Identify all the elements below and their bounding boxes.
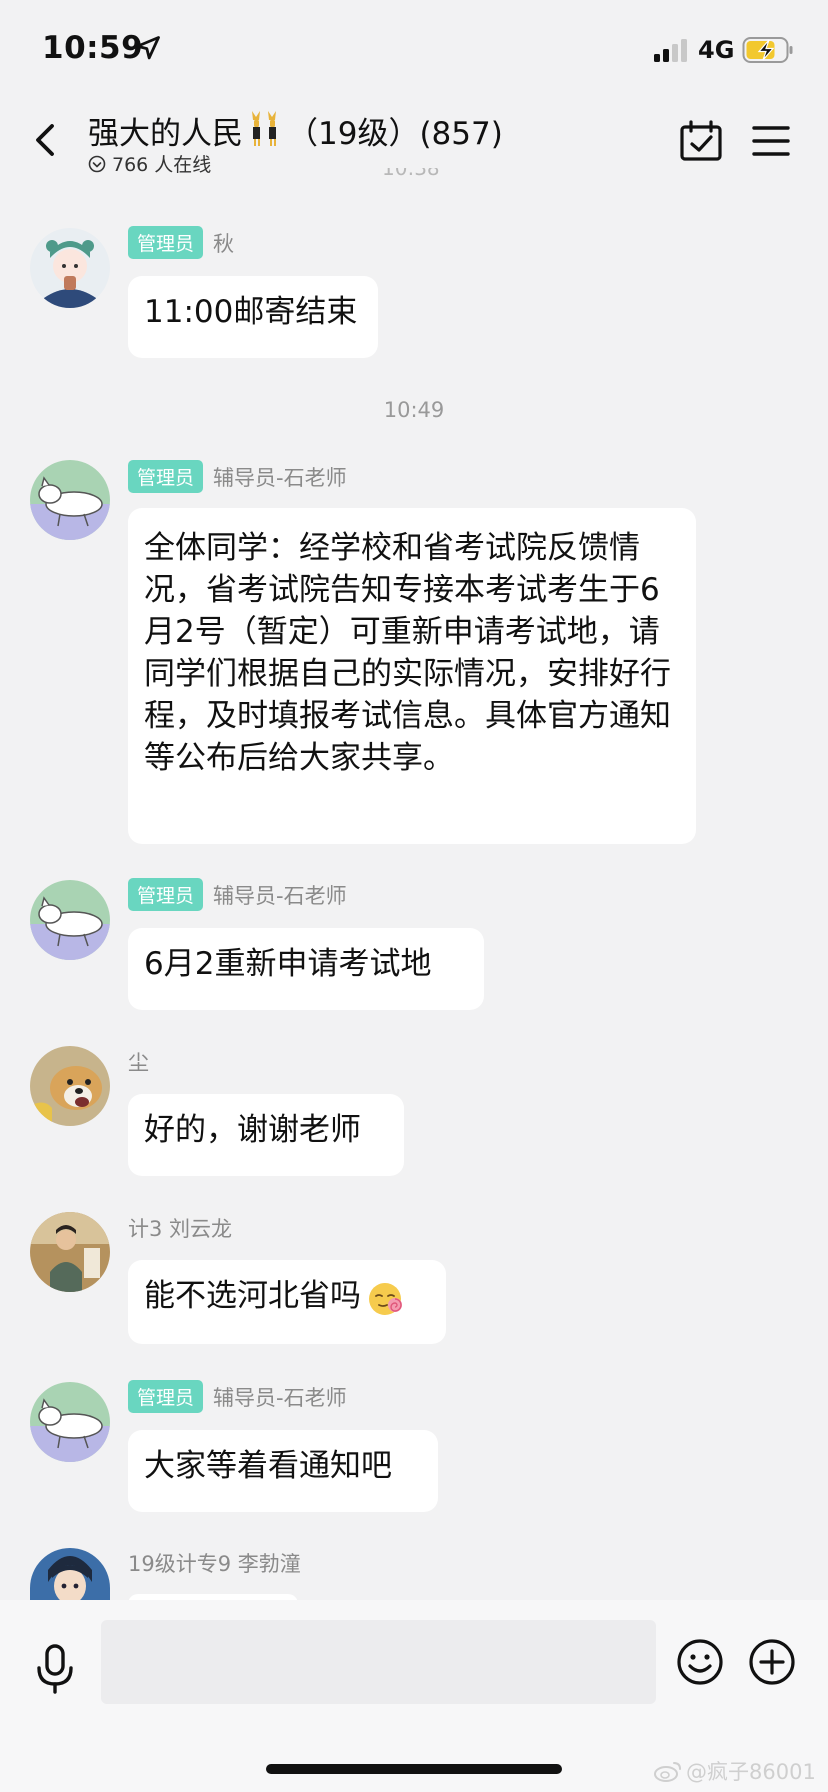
message-bubble[interactable]: 大家等着看通知吧 xyxy=(128,1430,438,1512)
sender-name: 秋 xyxy=(213,231,235,256)
avatar[interactable] xyxy=(30,460,110,540)
message-bubble[interactable]: 11:00邮寄结束 xyxy=(128,276,378,358)
watermark-text: @疯子86001 xyxy=(686,1760,816,1784)
sender-name: 辅导员-石老师 xyxy=(213,465,347,490)
home-indicator[interactable] xyxy=(266,1764,562,1774)
message-bubble[interactable]: 好的，谢谢老师 xyxy=(128,1094,404,1176)
admin-badge: 管理员 xyxy=(128,226,204,259)
message-bubble[interactable]: 全体同学：经学校和省考试院反馈情况，省考试院告知专接本考试考生于6月2号（暂定）… xyxy=(128,508,696,844)
time-separator: 10:49 xyxy=(383,398,445,422)
dancers-emoji-icon xyxy=(252,111,276,146)
chat-title-suffix: （19级）(857) xyxy=(287,116,503,152)
partial-timestamp: 10:38 xyxy=(382,168,440,180)
weibo-logo-icon xyxy=(654,1762,681,1782)
microphone-icon[interactable] xyxy=(34,1644,76,1694)
sender-line: 管理员 秋 xyxy=(128,226,234,259)
sender-line: 管理员 辅导员-石老师 xyxy=(128,878,347,911)
sender-line: 管理员 辅导员-石老师 xyxy=(128,460,347,493)
chat-title[interactable]: 强大的人民 （19级）(857) xyxy=(88,108,503,153)
network-type: 4G xyxy=(698,36,735,64)
avatar[interactable] xyxy=(30,1212,110,1292)
plus-circle-icon[interactable] xyxy=(748,1638,796,1686)
location-arrow-icon xyxy=(136,36,160,60)
avatar-cartoon-animal-icon xyxy=(30,880,110,960)
avatar[interactable] xyxy=(30,880,110,960)
cellular-signal-icon xyxy=(654,39,687,62)
avatar-dog-photo-icon xyxy=(30,1046,110,1126)
admin-badge: 管理员 xyxy=(128,460,204,493)
sender-line: 管理员 辅导员-石老师 xyxy=(128,1380,347,1413)
message-bubble[interactable]: 能不选河北省吗 xyxy=(128,1260,446,1344)
message-text: 能不选河北省吗 xyxy=(144,1278,361,1314)
sender-name: 尘 xyxy=(128,1051,149,1075)
message-text: 好的，谢谢老师 xyxy=(144,1112,361,1148)
admin-badge: 管理员 xyxy=(128,1380,204,1413)
avatar-photo-icon xyxy=(30,1212,110,1292)
sender-name: 辅导员-石老师 xyxy=(213,883,347,908)
online-count: 766 人在线 xyxy=(112,154,212,176)
message-bubble[interactable]: 6月2重新申请考试地 xyxy=(128,928,484,1010)
avatar-cartoon-girl-icon xyxy=(30,228,110,308)
chevron-left-icon[interactable] xyxy=(26,118,66,162)
sender-line: 19级计专9 李勃潼 xyxy=(128,1548,301,1578)
battery-charging-icon xyxy=(742,37,793,63)
smiley-icon[interactable] xyxy=(676,1638,724,1686)
calendar-check-icon[interactable] xyxy=(678,118,724,164)
lollipop-smirk-emoji-icon xyxy=(369,1282,402,1315)
avatar[interactable] xyxy=(30,1548,110,1600)
online-status-icon xyxy=(88,155,106,172)
avatar[interactable] xyxy=(30,1046,110,1126)
sender-name: 辅导员-石老师 xyxy=(213,1385,347,1410)
online-count-row: 766 人在线 xyxy=(88,150,211,177)
avatar-cartoon-animal-icon xyxy=(30,460,110,540)
sender-name: 计3 刘云龙 xyxy=(128,1217,233,1241)
avatar-cartoon-animal-icon xyxy=(30,1382,110,1462)
message-text: 6月2重新申请考试地 xyxy=(144,946,432,982)
sender-line: 计3 刘云龙 xyxy=(128,1213,232,1243)
message-input[interactable] xyxy=(101,1620,656,1704)
message-text: 11:00邮寄结束 xyxy=(144,294,358,330)
avatar[interactable] xyxy=(30,228,110,308)
message-text: 全体同学：经学校和省考试院反馈情况，省考试院告知专接本考试考生于6月2号（暂定）… xyxy=(144,530,671,776)
avatar[interactable] xyxy=(30,1382,110,1462)
watermark: @疯子86001 xyxy=(654,1756,816,1786)
status-bar: 10:59 4G xyxy=(0,0,828,100)
hamburger-menu-icon[interactable] xyxy=(750,120,792,162)
message-text: 大家等着看通知吧 xyxy=(144,1448,392,1484)
status-time: 10:59 xyxy=(42,30,144,66)
sender-name: 19级计专9 李勃潼 xyxy=(128,1552,301,1576)
sender-line: 尘 xyxy=(128,1047,149,1077)
avatar-anime-boy-icon xyxy=(30,1548,110,1600)
chat-title-text: 强大的人民 xyxy=(88,116,243,152)
admin-badge: 管理员 xyxy=(128,878,204,911)
